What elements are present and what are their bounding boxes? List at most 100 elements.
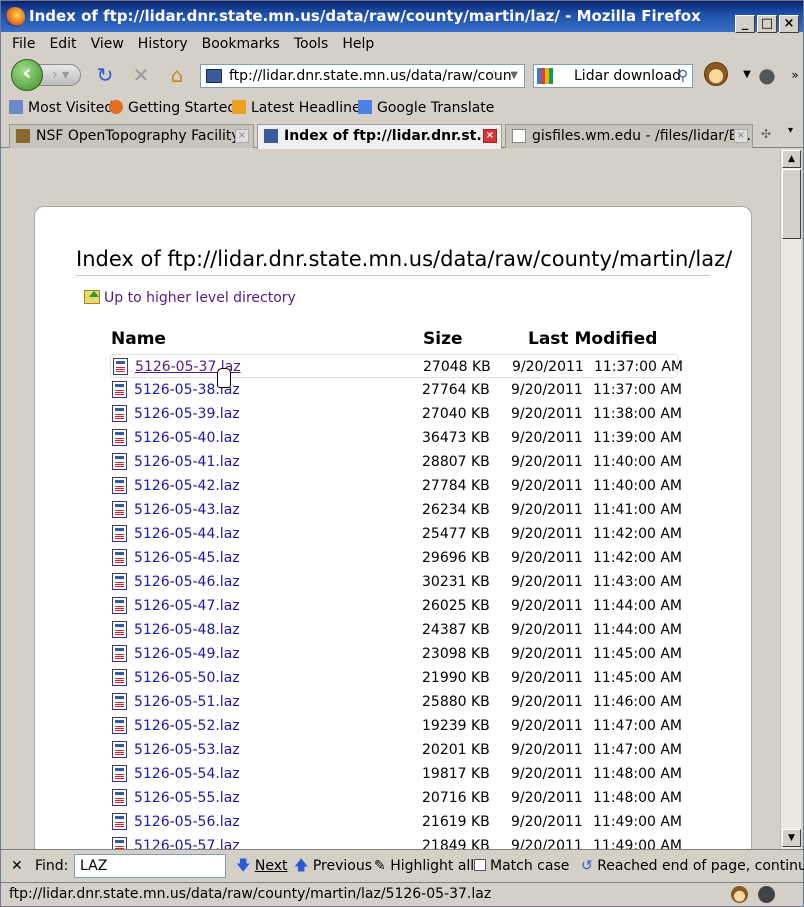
file-icon[interactable] [112,501,127,518]
tab-opentopography[interactable]: NSF OpenTopography Facility × [9,124,254,148]
minimize-button[interactable]: _ [735,15,755,33]
file-link[interactable]: 5126-05-51.laz [134,690,240,714]
file-icon[interactable] [112,549,127,566]
file-link[interactable]: 5126-05-54.laz [134,762,240,786]
file-icon[interactable] [112,669,127,686]
highlight-all-button[interactable]: ✎ Highlight all [374,850,474,883]
file-link[interactable]: 5126-05-57.laz [134,834,240,849]
back-button[interactable]: ‹ [11,59,43,91]
page-icon [512,129,526,143]
file-icon[interactable] [112,573,127,590]
search-bar[interactable]: Lidar download ⚲ [533,64,693,88]
bookmark-star-icon[interactable]: ☆ [487,65,500,87]
file-link[interactable]: 5126-05-41.laz [134,450,240,474]
file-link[interactable]: 5126-05-44.laz [134,522,240,546]
greasemonkey-status-icon[interactable] [731,886,748,903]
scroll-up-button[interactable]: ▲ [782,150,801,168]
file-icon[interactable] [112,525,127,542]
table-row: 5126-05-39.laz 27040 KB 9/20/2011 11:38:00 … [110,402,682,426]
close-button[interactable]: × [779,15,799,33]
bookmark-getting-started[interactable]: Getting Started [109,96,236,120]
tab-list-icon[interactable]: ✣ [761,127,771,141]
file-icon[interactable] [112,765,127,782]
toolbar-overflow-icon[interactable]: » [783,64,804,86]
file-icon[interactable] [112,837,127,849]
file-icon[interactable] [112,477,127,494]
file-date: 9/20/2011 [511,718,583,734]
addon-status-icon[interactable] [758,886,775,903]
file-link[interactable]: 5126-05-39.laz [134,402,240,426]
forward-button[interactable]: › ▾ [39,64,81,86]
home-icon[interactable]: ⌂ [165,64,189,86]
file-icon[interactable] [112,429,127,446]
navigation-toolbar: › ▾ ‹ ↻ ✕ ⌂ ftp://lidar.dnr.state.mn.us/… [1,56,803,96]
file-link[interactable]: 5126-05-48.laz [134,618,240,642]
file-size: 30231 KB [422,574,490,590]
file-link[interactable]: 5126-05-42.laz [134,474,240,498]
stop-icon[interactable]: ✕ [129,64,153,86]
find-next-button[interactable]: 🡇 Next [236,850,287,883]
file-date: 9/20/2011 [511,454,583,470]
tab-ftp-index[interactable]: Index of ftp://lidar.dnr.st... × [257,124,502,149]
addon-icon[interactable]: ● [755,64,779,86]
find-previous-button[interactable]: 🡅 Previous [294,850,372,883]
file-link[interactable]: 5126-05-56.laz [134,810,240,834]
file-icon[interactable] [112,645,127,662]
file-link[interactable]: 5126-05-45.laz [134,546,240,570]
file-link[interactable]: 5126-05-52.laz [134,714,240,738]
tab-close-icon[interactable]: × [483,129,497,143]
file-link[interactable]: 5126-05-40.laz [134,426,240,450]
url-dropdown-icon[interactable]: ▼ [510,65,518,87]
maximize-button[interactable]: □ [757,15,777,33]
file-icon[interactable] [112,597,127,614]
menu-file[interactable]: File [5,32,42,56]
vertical-scrollbar[interactable]: ▲ ▼ [780,149,801,849]
match-case-checkbox[interactable]: Match case [474,850,569,883]
google-icon[interactable] [537,68,553,84]
menu-help[interactable]: Help [335,32,381,56]
file-icon[interactable] [112,453,127,470]
reload-icon[interactable]: ↻ [93,64,117,86]
file-icon[interactable] [112,789,127,806]
tab-close-icon[interactable]: × [235,129,249,143]
tab-close-icon[interactable]: × [734,129,748,143]
menu-view[interactable]: View [84,32,131,56]
match-case-label: Match case [490,858,570,874]
file-link[interactable]: 5126-05-50.laz [134,666,240,690]
file-icon[interactable] [112,717,127,734]
file-link[interactable]: 5126-05-53.laz [134,738,240,762]
scroll-thumb[interactable] [782,169,801,239]
file-icon[interactable] [112,621,127,638]
file-link[interactable]: 5126-05-55.laz [134,786,240,810]
scroll-down-button[interactable]: ▼ [782,829,801,847]
column-header-modified[interactable]: Last Modified [528,329,657,349]
file-icon[interactable] [112,741,127,758]
bookmark-latest-headlines[interactable]: Latest Headlines [232,96,368,120]
menu-tools[interactable]: Tools [287,32,336,56]
greasemonkey-icon[interactable] [704,62,728,86]
menu-history[interactable]: History [131,32,195,56]
bookmark-most-visited[interactable]: Most Visited [9,96,113,120]
url-bar[interactable]: ftp://lidar.dnr.state.mn.us/data/raw/cou… [200,64,525,88]
file-link[interactable]: 5126-05-46.laz [134,570,240,594]
file-icon[interactable] [112,813,127,830]
column-header-size[interactable]: Size [423,329,463,349]
tab-gisfiles[interactable]: gisfiles.wm.edu - /files/lidar/ES... × [505,124,753,148]
file-icon[interactable] [112,405,127,422]
up-directory-link[interactable]: Up to higher level directory [84,290,296,306]
bookmark-google-translate[interactable]: Google Translate [358,96,494,120]
file-icon[interactable] [112,381,127,398]
file-icon[interactable] [112,693,127,710]
file-icon[interactable] [113,358,128,375]
column-header-name[interactable]: Name [111,329,166,349]
menu-bookmarks[interactable]: Bookmarks [195,32,287,56]
file-link[interactable]: 5126-05-47.laz [134,594,240,618]
tab-scroll-icon[interactable]: ▾ [788,125,793,136]
file-link[interactable]: 5126-05-43.laz [134,498,240,522]
find-input[interactable]: LAZ [74,854,226,878]
file-link[interactable]: 5126-05-49.laz [134,642,240,666]
menu-edit[interactable]: Edit [42,32,83,56]
find-close-icon[interactable]: ✕ [11,850,23,883]
file-size: 27040 KB [422,406,490,422]
search-icon[interactable]: ⚲ [678,65,688,87]
